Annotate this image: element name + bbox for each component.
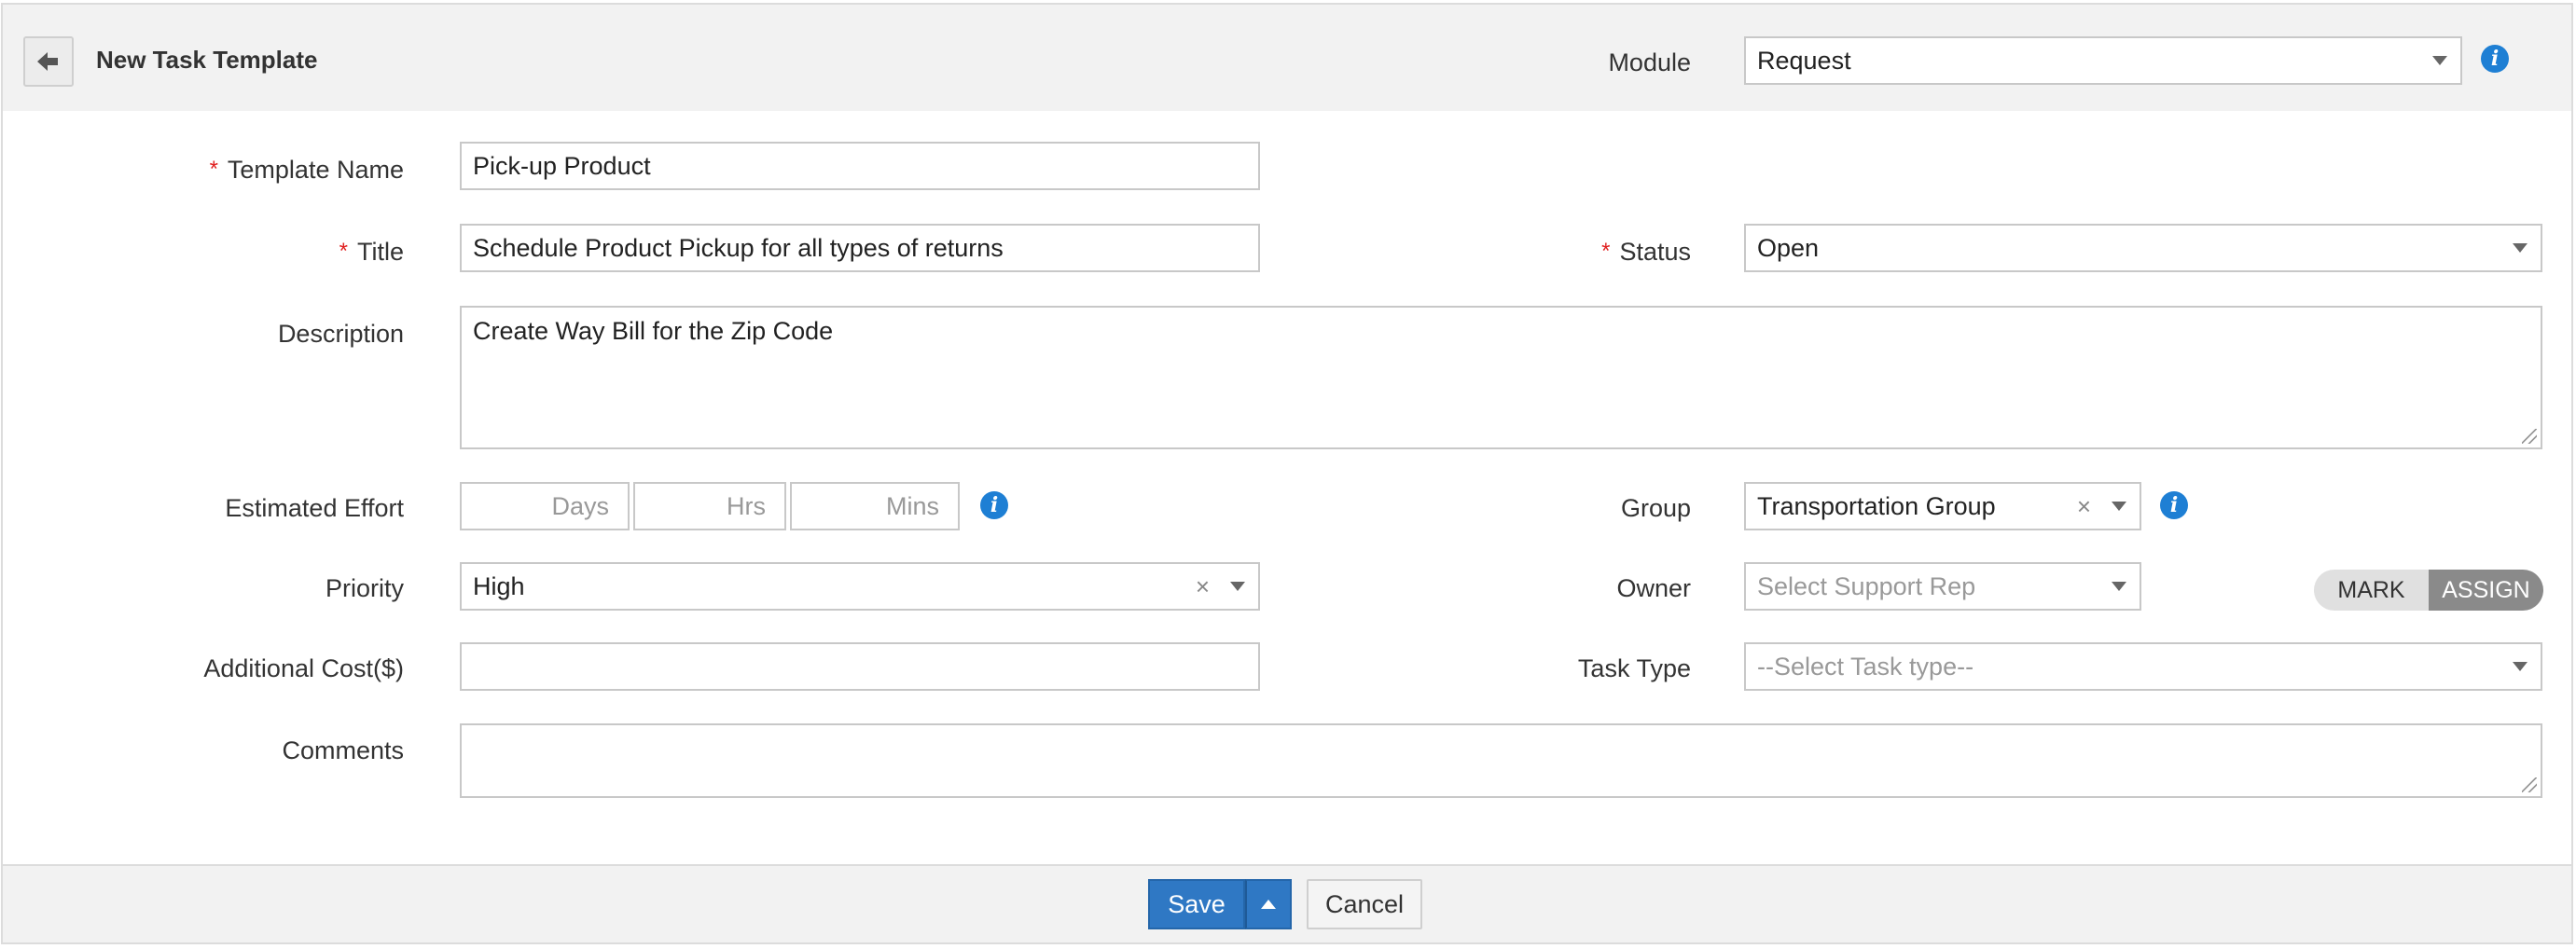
status-select[interactable]: Open (1744, 224, 2542, 272)
module-select-value: Request (1757, 46, 1851, 75)
template-name-input[interactable]: Pick-up Product (460, 142, 1260, 190)
page-title: New Task Template (96, 46, 318, 74)
panel-footer: Save Cancel (3, 864, 2571, 942)
task-template-panel: New Task Template Module Request i * Temp… (1, 3, 2573, 944)
priority-select[interactable]: High × (460, 562, 1260, 611)
estimated-effort-label: Estimated Effort (225, 494, 404, 522)
title-value: Schedule Product Pickup for all types of… (473, 233, 1004, 262)
effort-hrs-input[interactable]: Hrs (633, 482, 786, 530)
chevron-down-icon (2432, 56, 2447, 65)
cancel-button[interactable]: Cancel (1307, 879, 1422, 929)
chevron-down-icon (2112, 502, 2126, 511)
required-indicator: * (1601, 239, 1611, 264)
resize-handle-icon[interactable] (2522, 429, 2537, 444)
module-select[interactable]: Request (1744, 36, 2462, 85)
required-indicator: * (209, 157, 218, 182)
save-button[interactable]: Save (1148, 879, 1245, 929)
resize-handle-icon[interactable] (2522, 777, 2537, 792)
info-icon[interactable]: i (2481, 45, 2509, 73)
panel-header: New Task Template Module Request i (3, 5, 2571, 111)
task-type-label: Task Type (1577, 654, 1691, 682)
info-icon[interactable]: i (2160, 491, 2188, 519)
chevron-down-icon (2112, 582, 2126, 591)
status-select-value: Open (1757, 233, 1820, 262)
info-icon[interactable]: i (980, 491, 1008, 519)
required-indicator: * (339, 239, 348, 264)
template-name-value: Pick-up Product (473, 151, 651, 180)
title-input[interactable]: Schedule Product Pickup for all types of… (460, 224, 1260, 272)
effort-days-input[interactable]: Days (460, 482, 630, 530)
group-select-value: Transportation Group (1757, 491, 1996, 520)
comments-label: Comments (282, 736, 404, 764)
close-icon[interactable]: × (1196, 573, 1210, 599)
save-options-button[interactable] (1245, 879, 1292, 929)
description-label: Description (277, 320, 404, 348)
effort-mins-input[interactable]: Mins (790, 482, 960, 530)
group-label: Group (1620, 494, 1691, 522)
status-label: * Status (1601, 238, 1691, 266)
task-type-placeholder: --Select Task type-- (1757, 652, 1974, 681)
additional-cost-label: Additional Cost($) (203, 654, 404, 682)
back-arrow-icon (37, 52, 58, 71)
additional-cost-input[interactable] (460, 642, 1260, 691)
owner-select-placeholder: Select Support Rep (1757, 571, 1976, 600)
mark-assign-toggle: MARK ASSIGN (2314, 570, 2543, 611)
chevron-down-icon (2513, 243, 2528, 253)
group-select[interactable]: Transportation Group × (1744, 482, 2141, 530)
description-value: Create Way Bill for the Zip Code (473, 317, 834, 345)
toggle-mark-option[interactable]: MARK (2314, 570, 2429, 611)
comments-textarea[interactable] (460, 723, 2542, 798)
owner-select[interactable]: Select Support Rep (1744, 562, 2141, 611)
chevron-down-icon (1230, 582, 1245, 591)
module-label: Module (1608, 48, 1691, 76)
priority-label: Priority (325, 574, 404, 602)
caret-up-icon (1261, 900, 1276, 909)
title-label: * Title (339, 238, 404, 266)
task-type-select[interactable]: --Select Task type-- (1744, 642, 2542, 691)
toggle-assign-option[interactable]: ASSIGN (2429, 570, 2543, 611)
close-icon[interactable]: × (2077, 493, 2091, 519)
owner-label: Owner (1616, 574, 1691, 602)
back-button[interactable] (23, 36, 74, 87)
chevron-down-icon (2513, 662, 2528, 671)
description-textarea[interactable]: Create Way Bill for the Zip Code (460, 306, 2542, 449)
template-name-label: * Template Name (209, 156, 404, 184)
priority-select-value: High (473, 571, 525, 600)
